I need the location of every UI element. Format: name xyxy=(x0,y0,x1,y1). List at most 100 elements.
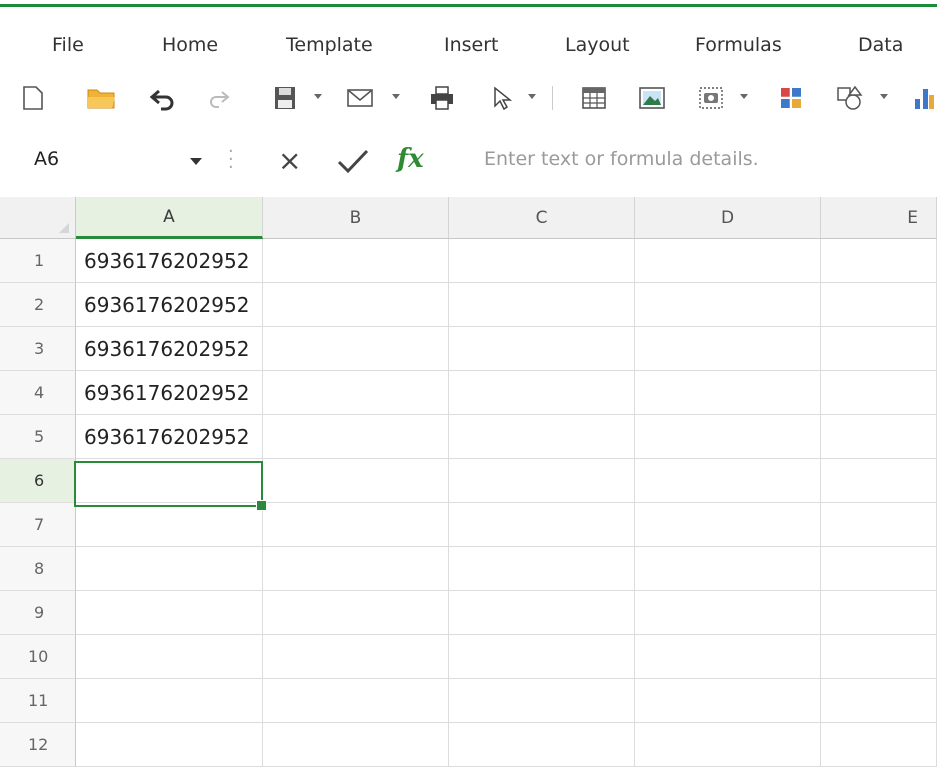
column-header-e[interactable]: E xyxy=(821,197,937,239)
cell-a5[interactable]: 6936176202952 xyxy=(76,415,263,459)
select-dropdown-caret[interactable] xyxy=(528,94,536,99)
formula-input[interactable]: Enter text or formula details. xyxy=(484,148,759,170)
column-header-b[interactable]: B xyxy=(263,197,449,239)
cancel-edit-icon[interactable]: × xyxy=(278,146,301,176)
menu-insert[interactable]: Insert xyxy=(444,34,499,56)
menu-formulas[interactable]: Formulas xyxy=(695,34,782,56)
cell-e8[interactable] xyxy=(821,547,937,591)
row-header-10[interactable]: 10 xyxy=(0,635,76,679)
cell-a8[interactable] xyxy=(76,547,263,591)
cell-d4[interactable] xyxy=(635,371,821,415)
cell-b10[interactable] xyxy=(263,635,449,679)
new-document-icon[interactable] xyxy=(18,82,48,114)
cell-b2[interactable] xyxy=(263,283,449,327)
cell-e5[interactable] xyxy=(821,415,937,459)
cell-c12[interactable] xyxy=(449,723,635,767)
selected-cell-outline[interactable] xyxy=(74,461,263,507)
cell-d2[interactable] xyxy=(635,283,821,327)
cell-e6[interactable] xyxy=(821,459,937,503)
cell-e12[interactable] xyxy=(821,723,937,767)
open-folder-icon[interactable] xyxy=(84,82,120,114)
cell-e2[interactable] xyxy=(821,283,937,327)
cell-d10[interactable] xyxy=(635,635,821,679)
cell-e3[interactable] xyxy=(821,327,937,371)
cell-b11[interactable] xyxy=(263,679,449,723)
cell-d7[interactable] xyxy=(635,503,821,547)
confirm-edit-icon[interactable] xyxy=(336,146,370,180)
cell-e11[interactable] xyxy=(821,679,937,723)
cell-c1[interactable] xyxy=(449,239,635,283)
bar-chart-icon[interactable] xyxy=(910,82,936,114)
cell-e9[interactable] xyxy=(821,591,937,635)
cell-e10[interactable] xyxy=(821,635,937,679)
redo-icon[interactable] xyxy=(204,82,234,114)
cell-c5[interactable] xyxy=(449,415,635,459)
name-box-dropdown-icon[interactable] xyxy=(190,158,202,165)
cell-e4[interactable] xyxy=(821,371,937,415)
chart-grid-icon[interactable] xyxy=(776,82,806,114)
screenshot-dropdown-caret[interactable] xyxy=(740,94,748,99)
cell-a2[interactable]: 6936176202952 xyxy=(76,283,263,327)
cell-d5[interactable] xyxy=(635,415,821,459)
screenshot-icon[interactable] xyxy=(696,82,726,114)
cell-d1[interactable] xyxy=(635,239,821,283)
row-header-9[interactable]: 9 xyxy=(0,591,76,635)
cell-d8[interactable] xyxy=(635,547,821,591)
menu-template[interactable]: Template xyxy=(286,34,373,56)
cell-a7[interactable] xyxy=(76,503,263,547)
cell-b6[interactable] xyxy=(263,459,449,503)
menu-data[interactable]: Data xyxy=(858,34,903,56)
shapes-dropdown-caret[interactable] xyxy=(880,94,888,99)
cell-c10[interactable] xyxy=(449,635,635,679)
cell-c6[interactable] xyxy=(449,459,635,503)
cell-c2[interactable] xyxy=(449,283,635,327)
shapes-icon[interactable] xyxy=(834,82,866,114)
name-box[interactable]: A6 xyxy=(34,148,59,170)
insert-function-icon[interactable]: fx xyxy=(397,144,424,174)
cell-d12[interactable] xyxy=(635,723,821,767)
table-icon[interactable] xyxy=(578,82,610,114)
email-icon[interactable] xyxy=(344,82,376,114)
cell-b12[interactable] xyxy=(263,723,449,767)
row-header-12[interactable]: 12 xyxy=(0,723,76,767)
cell-b5[interactable] xyxy=(263,415,449,459)
cell-a9[interactable] xyxy=(76,591,263,635)
cell-a4[interactable]: 6936176202952 xyxy=(76,371,263,415)
row-header-11[interactable]: 11 xyxy=(0,679,76,723)
menu-layout[interactable]: Layout xyxy=(565,34,630,56)
row-header-6[interactable]: 6 xyxy=(0,459,76,503)
email-dropdown-caret[interactable] xyxy=(392,94,400,99)
row-header-8[interactable]: 8 xyxy=(0,547,76,591)
select-all-corner[interactable] xyxy=(0,197,76,239)
image-icon[interactable] xyxy=(636,82,668,114)
cell-c11[interactable] xyxy=(449,679,635,723)
fill-handle[interactable] xyxy=(256,500,267,511)
cell-c7[interactable] xyxy=(449,503,635,547)
cell-b1[interactable] xyxy=(263,239,449,283)
cell-c9[interactable] xyxy=(449,591,635,635)
row-header-3[interactable]: 3 xyxy=(0,327,76,371)
cell-b9[interactable] xyxy=(263,591,449,635)
save-dropdown-caret[interactable] xyxy=(314,94,322,99)
column-header-a[interactable]: A xyxy=(76,197,263,239)
cell-b8[interactable] xyxy=(263,547,449,591)
cell-e7[interactable] xyxy=(821,503,937,547)
cell-b7[interactable] xyxy=(263,503,449,547)
undo-icon[interactable] xyxy=(146,82,180,114)
cell-c8[interactable] xyxy=(449,547,635,591)
menu-home[interactable]: Home xyxy=(162,34,218,56)
cell-a3[interactable]: 6936176202952 xyxy=(76,327,263,371)
cell-a10[interactable] xyxy=(76,635,263,679)
cell-d11[interactable] xyxy=(635,679,821,723)
save-icon[interactable] xyxy=(270,82,300,114)
cell-a12[interactable] xyxy=(76,723,263,767)
row-header-7[interactable]: 7 xyxy=(0,503,76,547)
cell-d9[interactable] xyxy=(635,591,821,635)
row-header-5[interactable]: 5 xyxy=(0,415,76,459)
cell-a1[interactable]: 6936176202952 xyxy=(76,239,263,283)
cell-b4[interactable] xyxy=(263,371,449,415)
cell-d3[interactable] xyxy=(635,327,821,371)
cell-e1[interactable] xyxy=(821,239,937,283)
row-header-2[interactable]: 2 xyxy=(0,283,76,327)
row-header-4[interactable]: 4 xyxy=(0,371,76,415)
